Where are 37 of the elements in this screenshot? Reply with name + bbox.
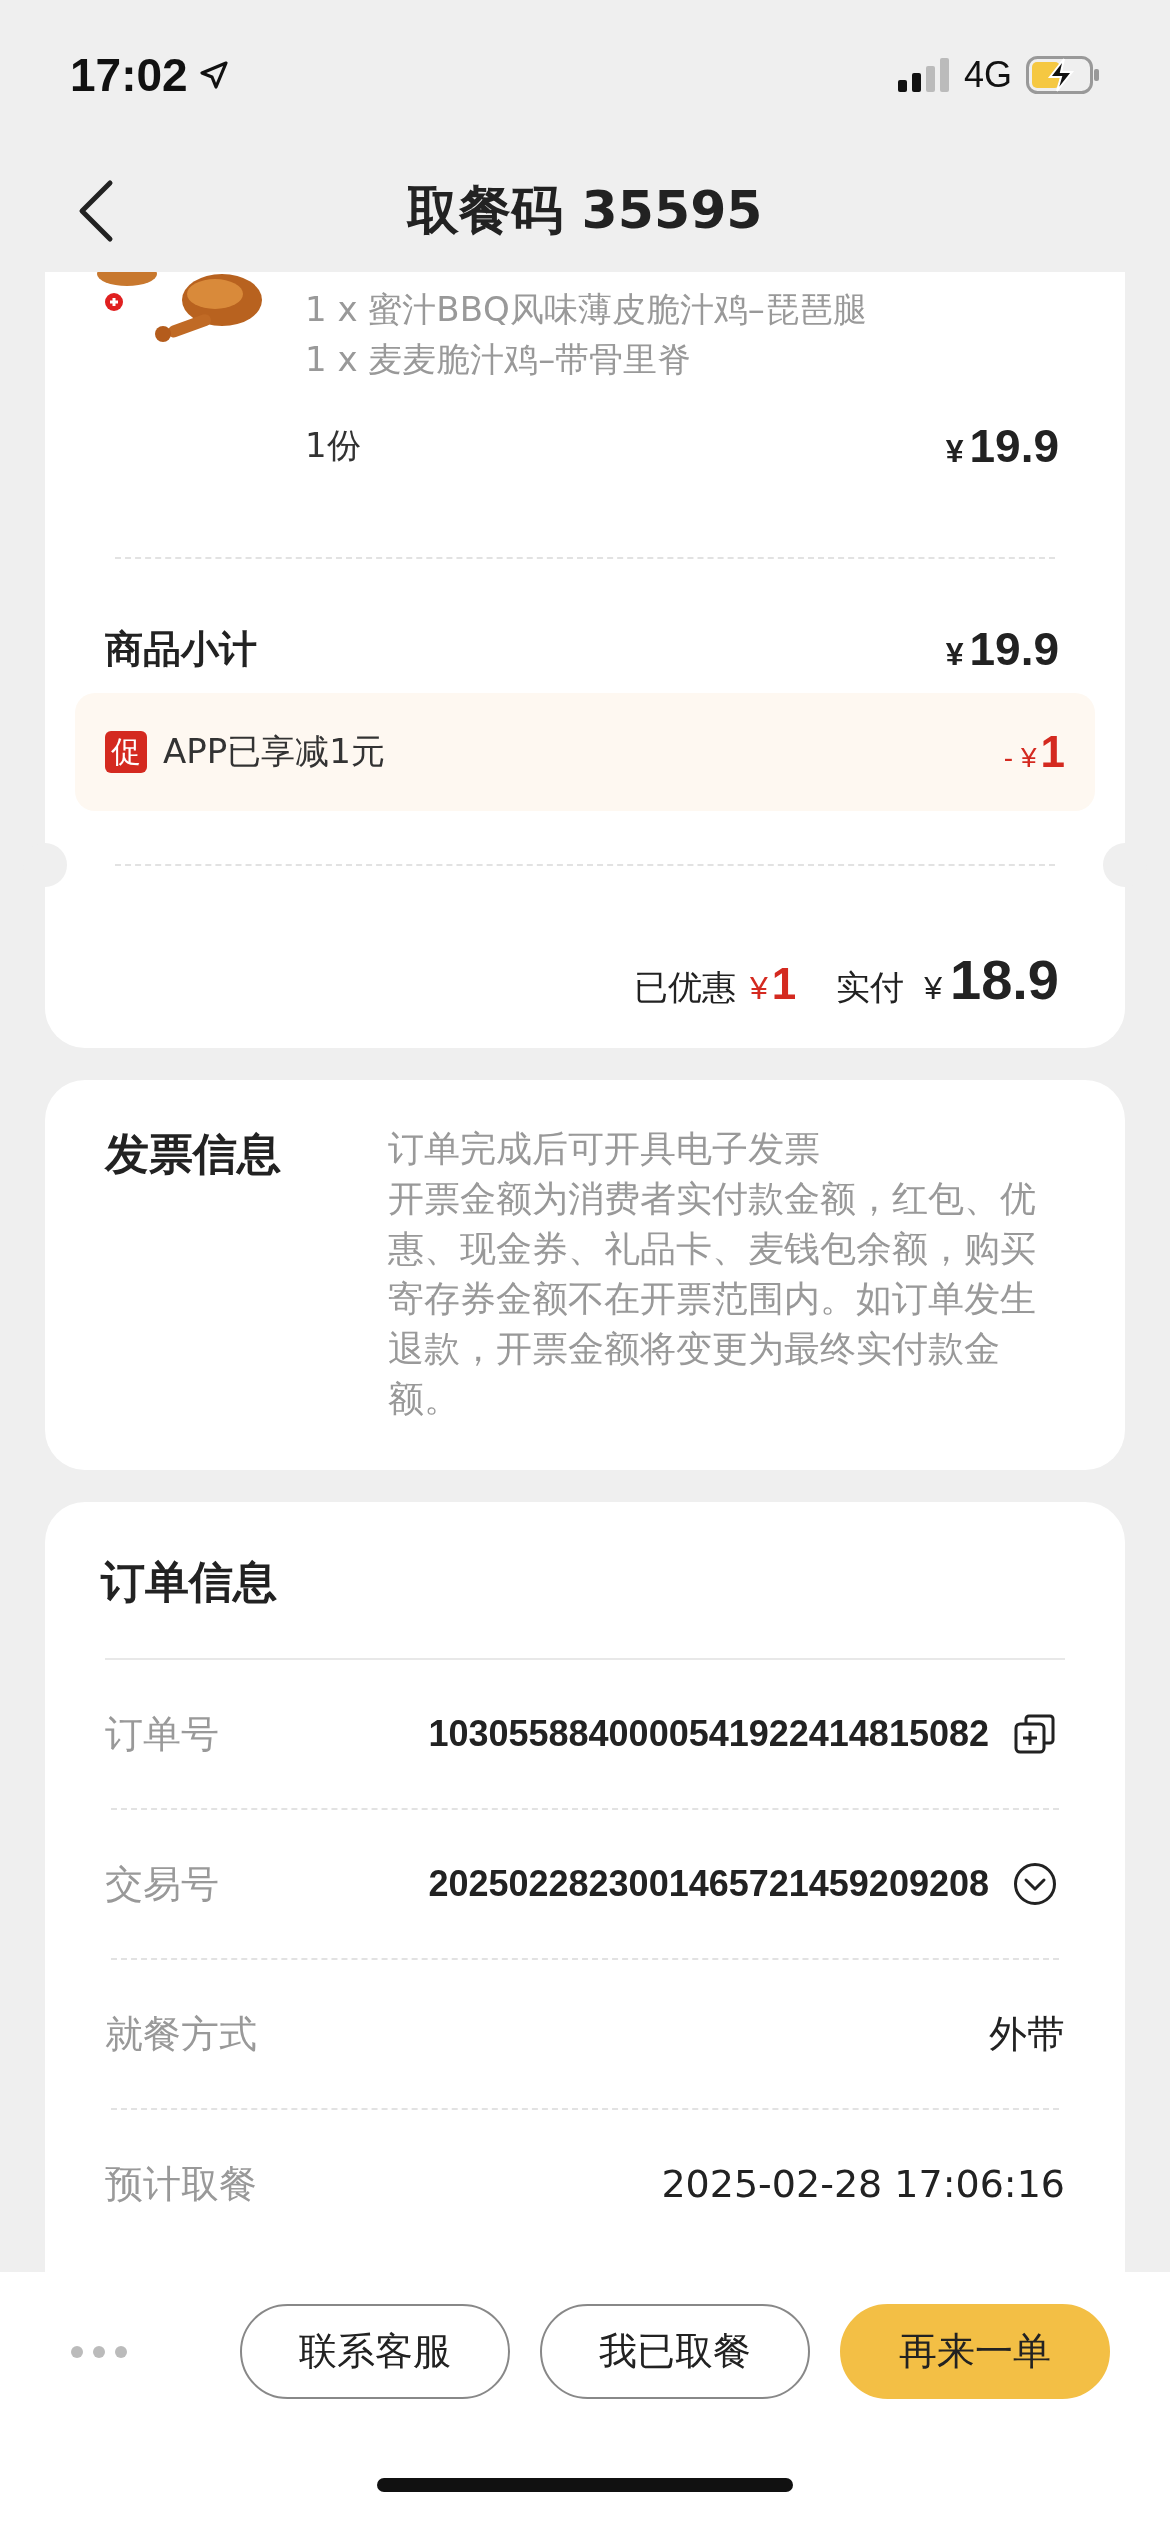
info-value: 1030558840000541922414815082 bbox=[428, 1713, 989, 1755]
item-line: 1 x 蜜汁BBQ风味薄皮脆汁鸡–琵琶腿 bbox=[305, 288, 868, 331]
promo-badge: 促 bbox=[105, 731, 147, 773]
paid-label: 实付 bbox=[836, 966, 905, 1009]
signal-icon bbox=[897, 58, 950, 92]
order-info-title: 订单信息 bbox=[101, 1555, 278, 1609]
info-label: 交易号 bbox=[105, 1860, 220, 1908]
promo-amount: - ¥1 bbox=[1003, 727, 1065, 777]
subtotal-label: 商品小计 bbox=[105, 625, 257, 673]
action-button[interactable]: 联系客服 bbox=[240, 2304, 510, 2399]
info-value: 2025022823001465721459209208 bbox=[428, 1863, 989, 1905]
info-value: 2025-02-28 17:06:16 bbox=[661, 2162, 1065, 2206]
subtotal-amount: ¥19.9 bbox=[945, 622, 1059, 676]
reorder-button[interactable]: 再来一单 bbox=[840, 2304, 1110, 2399]
action-button[interactable]: 我已取餐 bbox=[540, 2304, 810, 2399]
item-line: 1 x 麦麦脆汁鸡–带骨里脊 bbox=[305, 338, 693, 381]
location-arrow-icon bbox=[197, 59, 230, 91]
invoice-note: 开票金额为消费者实付款金额，红包、优惠、现金券、礼品卡、麦钱包余额，购买寄存券金额不在开票范围内。如订单发生退款，开票金额将变更为最终实付款金额。 bbox=[388, 1177, 1037, 1421]
promo-text: APP已享减1元 bbox=[163, 730, 386, 773]
invoice-note: 订单完成后可开具电子发票 bbox=[388, 1127, 821, 1171]
info-label: 订单号 bbox=[105, 1710, 220, 1758]
info-label: 预计取餐 bbox=[105, 2160, 258, 2208]
copy-icon[interactable] bbox=[1013, 1712, 1057, 1756]
item-quantity: 1份 bbox=[305, 424, 361, 467]
back-icon[interactable] bbox=[78, 179, 114, 243]
chevron-down-icon[interactable] bbox=[1013, 1862, 1057, 1906]
paid-amount: ¥18.9 bbox=[924, 947, 1059, 1012]
network-label: 4G bbox=[963, 54, 1012, 96]
item-price: ¥19.9 bbox=[945, 419, 1059, 473]
status-time: 17:02 bbox=[70, 48, 188, 102]
invoice-title: 发票信息 bbox=[105, 1127, 282, 1181]
info-value: 外带 bbox=[989, 2010, 1065, 2058]
battery-charging-icon bbox=[1026, 56, 1100, 94]
page-title: 取餐码 35595 bbox=[407, 179, 763, 242]
info-label: 就餐方式 bbox=[105, 2010, 258, 2058]
discount-label: 已优惠 bbox=[633, 966, 736, 1009]
discount-amount: ¥1 bbox=[749, 959, 797, 1009]
